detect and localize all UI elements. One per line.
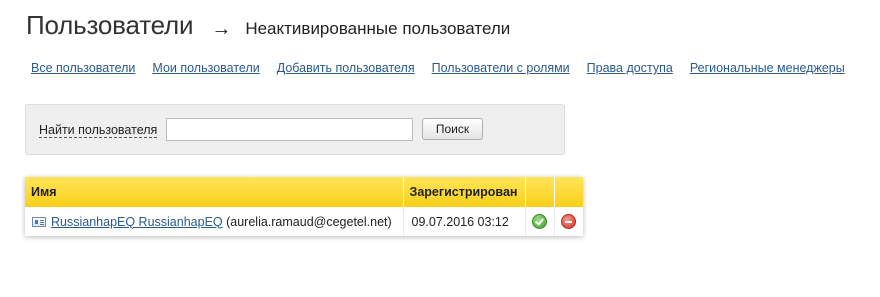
nav-link-all-users[interactable]: Все пользователи <box>31 61 135 75</box>
user-card-icon <box>32 216 46 227</box>
table-row: RussianhapEQ RussianhapEQ (aurelia.ramau… <box>25 207 583 236</box>
check-circle-icon[interactable] <box>532 214 547 230</box>
nav-link-access-rights[interactable]: Права доступа <box>587 61 673 75</box>
nav-link-my-users[interactable]: Мои пользователи <box>152 61 259 75</box>
activate-cell <box>525 207 555 236</box>
users-table-container: Имя Зарегистрирован RussianhapEQ Russian… <box>25 177 583 236</box>
user-name-link[interactable]: RussianhapEQ RussianhapEQ <box>51 215 223 229</box>
page-title: Пользователи <box>26 10 194 40</box>
minus-circle-icon[interactable] <box>561 214 577 230</box>
search-input[interactable] <box>166 118 413 141</box>
breadcrumb-arrow-icon: → <box>211 18 232 40</box>
column-header-registered: Зарегистрирован <box>403 177 526 207</box>
user-email: (aurelia.ramaud@cegetel.net) <box>226 214 392 229</box>
nav-links: Все пользователи Мои пользователи Добави… <box>31 61 862 75</box>
column-header-delete <box>554 177 583 207</box>
table-header-row: Имя Зарегистрирован <box>25 177 583 207</box>
nav-link-users-with-roles[interactable]: Пользователи с ролями <box>432 61 570 75</box>
delete-cell <box>554 207 583 236</box>
search-label[interactable]: Найти пользователя <box>39 123 158 138</box>
page-header: Пользователи → Неактивированные пользова… <box>26 10 510 41</box>
user-name-cell: RussianhapEQ RussianhapEQ (aurelia.ramau… <box>25 207 404 236</box>
page-subtitle: Неактивированные пользователи <box>245 19 511 38</box>
column-header-name: Имя <box>25 177 404 207</box>
page: Пользователи → Неактивированные пользова… <box>0 0 880 297</box>
search-panel: Найти пользователя Поиск <box>25 104 565 155</box>
search-button[interactable]: Поиск <box>422 118 483 140</box>
nav-link-regional-managers[interactable]: Региональные менеджеры <box>690 61 845 75</box>
nav-link-add-user[interactable]: Добавить пользователя <box>277 61 415 75</box>
users-table: Имя Зарегистрирован RussianhapEQ Russian… <box>25 177 583 236</box>
registered-date: 09.07.2016 03:12 <box>403 207 526 236</box>
column-header-activate <box>525 177 555 207</box>
